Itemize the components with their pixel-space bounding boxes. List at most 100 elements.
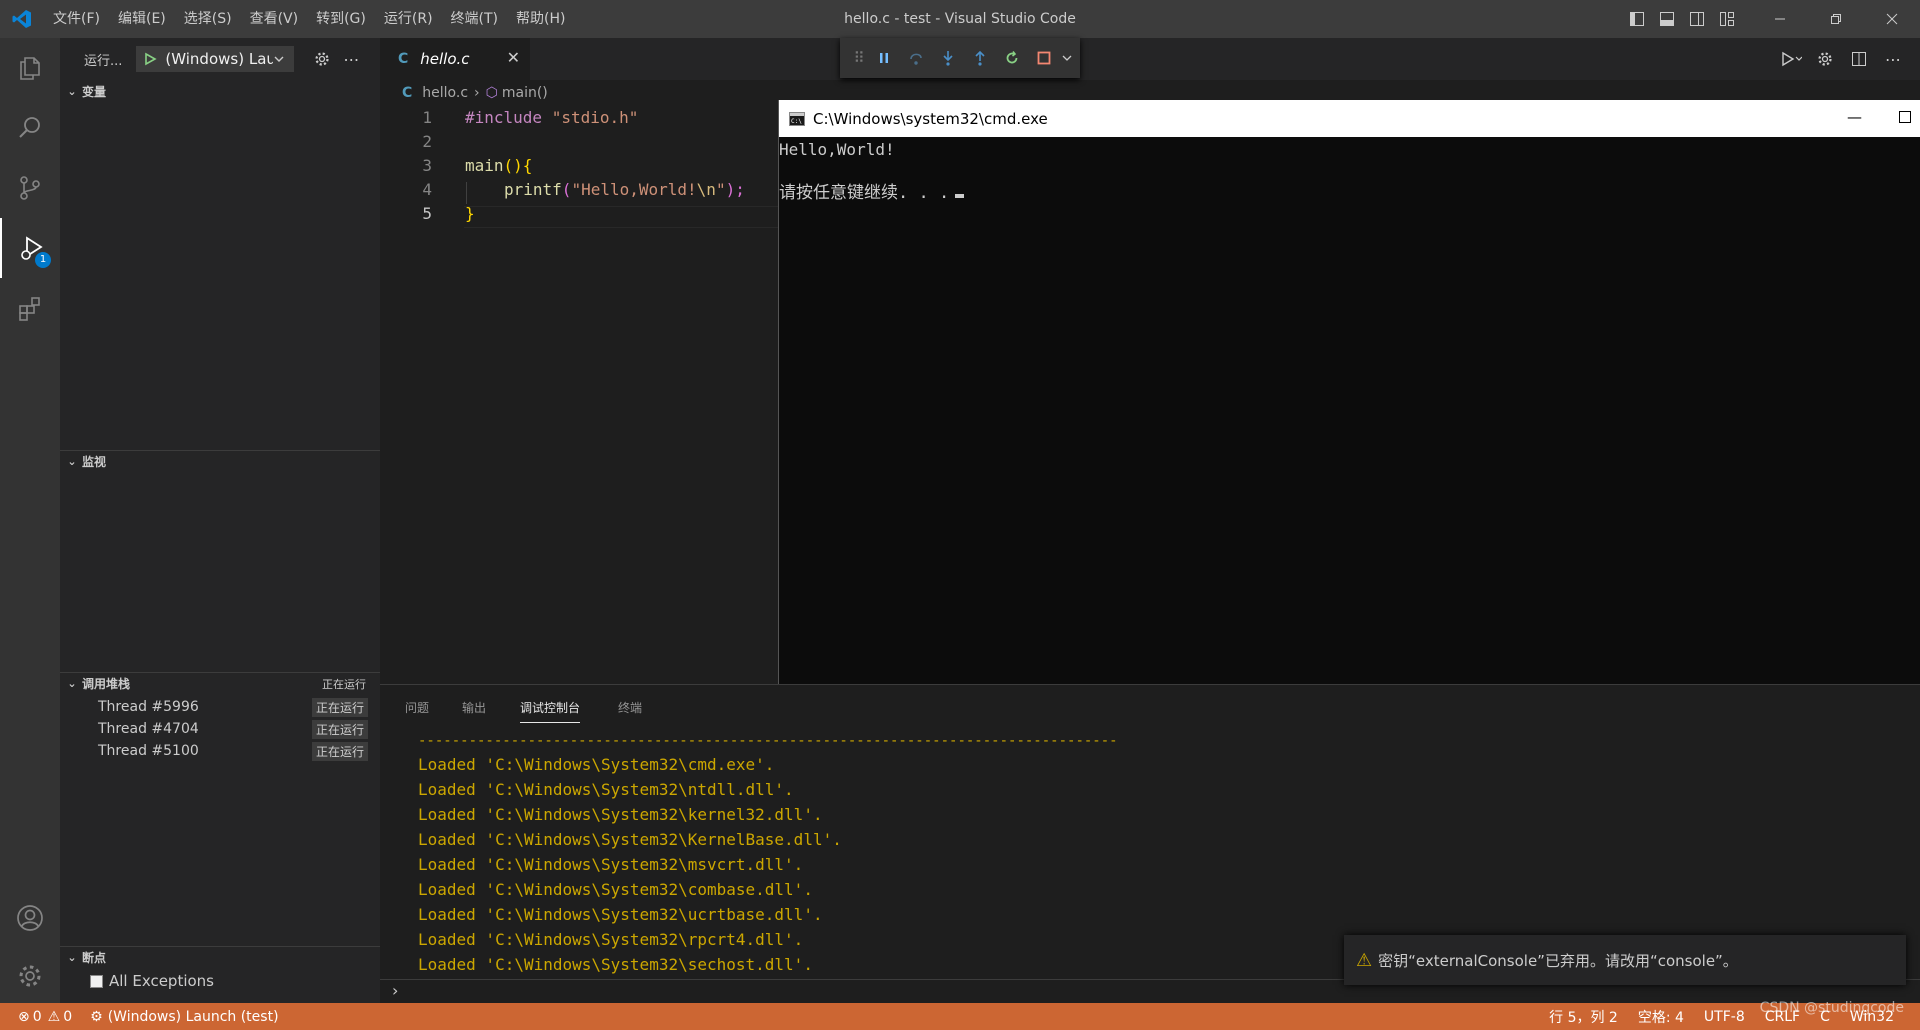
toggle-secondary-sidebar-icon[interactable] [1682,0,1712,38]
function-symbol-icon: ⬡ [485,85,498,101]
start-debugging-icon[interactable] [143,52,158,66]
breakpoints-section-header[interactable]: ⌄ 断点 [60,946,380,968]
console-line: Loaded 'C:\Windows\System32\ucrtbase.dll… [418,905,823,924]
close-paren: ); [725,180,745,199]
close-tab-icon[interactable]: ✕ [507,48,520,67]
activity-bar: 1 [0,38,60,1003]
vscode-logo-icon [0,0,44,38]
thread-row[interactable]: Thread #5100 正在运行 [60,740,380,762]
code-editor[interactable]: 1 2 3 4 5 #include "stdio.h" main(){ pri… [380,106,864,676]
menu-view[interactable]: 查看(V) [241,0,308,38]
chevron-down-icon: ⌄ [67,84,77,98]
editor-tabs: C hello.c ✕ [380,38,1920,80]
thread-name: Thread #5996 [98,699,199,715]
extensions-icon[interactable] [0,278,60,338]
notification-toast[interactable]: ⚠ 密钥“externalConsole”已弃用。请改用“console”。 [1344,935,1906,985]
tab-terminal[interactable]: 终端 [618,699,642,723]
cursor-position[interactable]: 行 5，列 2 [1549,1007,1618,1027]
tab-hello-c[interactable]: C hello.c ✕ [380,38,530,80]
tab-label: hello.c [420,50,470,68]
function-call: printf [504,180,562,199]
debug-target-label: (Windows) Launch (test) [107,1008,279,1025]
run-label: 运行... [84,53,123,69]
string-literal: "Hello,World! [571,180,697,199]
debug-badge: 1 [35,252,51,268]
line-number: 2 [422,132,432,151]
accounts-icon[interactable] [0,888,60,948]
run-debug-file-icon[interactable] [1774,48,1808,70]
manage-gear-icon[interactable] [0,946,60,1006]
search-icon[interactable] [0,98,60,158]
minimize-button[interactable] [1752,0,1808,38]
indentation[interactable]: 空格: 4 [1638,1007,1684,1027]
problems-status[interactable]: ⊗ 0 ⚠ 0 [18,1009,72,1025]
tab-problems[interactable]: 问题 [405,699,429,723]
cmd-window[interactable]: C:\ C:\Windows\system32\cmd.exe — Hello,… [778,100,1920,740]
variables-title: 变量 [82,84,107,99]
close-window-button[interactable] [1864,0,1920,38]
stop-button[interactable] [1028,38,1060,78]
breadcrumb-file[interactable]: hello.c [422,85,468,101]
string-end: " [715,180,726,199]
more-actions-icon[interactable]: ⋯ [1876,48,1910,70]
preprocessor-directive: #include [465,108,543,127]
menu-selection[interactable]: 选择(S) [175,0,241,38]
code-line-4: printf("Hello,World!\n"); [504,180,745,199]
breadcrumb-symbol[interactable]: main() [502,85,548,101]
thread-row[interactable]: Thread #4704 正在运行 [60,718,380,740]
step-out-button[interactable] [964,38,996,78]
menu-help[interactable]: 帮助(H) [507,0,574,38]
stop-options-chevron-icon[interactable] [1060,38,1074,78]
toggle-panel-icon[interactable] [1652,0,1682,38]
debug-target-status[interactable]: ⚙ (Windows) Launch (test) [90,1009,278,1025]
c-file-icon: C [402,85,413,101]
more-actions-icon[interactable]: ⋯ [338,48,364,70]
launch-config-select[interactable]: (Windows) Launch (test) [136,46,295,72]
restore-button[interactable] [1808,0,1864,38]
menu-edit[interactable]: 编辑(E) [109,0,175,38]
step-over-button[interactable] [900,38,932,78]
line-number: 1 [422,108,432,127]
menu-terminal[interactable]: 终端(T) [442,0,507,38]
menu-bar: 文件(F) 编辑(E) 选择(S) 查看(V) 转到(G) 运行(R) 终端(T… [44,0,574,38]
callstack-section-header[interactable]: ⌄ 调用堆栈 正在运行 [60,672,380,694]
step-into-button[interactable] [932,38,964,78]
title-bar: 文件(F) 编辑(E) 选择(S) 查看(V) 转到(G) 运行(R) 终端(T… [0,0,1920,38]
settings-gear-icon[interactable] [1808,48,1842,70]
drag-handle-icon[interactable]: ⠿ [850,38,868,78]
cmd-titlebar: C:\ C:\Windows\system32\cmd.exe — [779,100,1920,137]
menu-go[interactable]: 转到(G) [307,0,375,38]
menu-run[interactable]: 运行(R) [375,0,442,38]
breakpoint-label: All Exceptions [109,972,214,990]
menu-file[interactable]: 文件(F) [44,0,109,38]
function-name: main [465,156,504,175]
cmd-minimize-button[interactable]: — [1847,108,1862,126]
all-exceptions-checkbox[interactable] [90,974,103,988]
explorer-icon[interactable] [0,38,60,98]
thread-name: Thread #5100 [98,743,199,759]
encoding[interactable]: UTF-8 [1704,1009,1745,1025]
toggle-primary-sidebar-icon[interactable] [1622,0,1652,38]
watermark: CSDN @studingcode [1759,1000,1904,1016]
variables-section-header[interactable]: ⌄ 变量 [60,80,380,102]
open-launch-json-gear-icon[interactable] [306,48,338,70]
pause-button[interactable] [868,38,900,78]
run-and-debug-icon[interactable]: 1 [0,218,60,278]
thread-row[interactable]: Thread #5996 正在运行 [60,696,380,718]
debug-icon: ⚙ [90,1008,103,1025]
tab-debug-console[interactable]: 调试控制台 [520,699,581,723]
split-editor-icon[interactable] [1842,48,1876,70]
run-debug-sidebar: 运行... (Windows) Launch (test) ⋯ ⌄ 变量 ⌄ 监… [60,38,380,1003]
customize-layout-icon[interactable] [1712,0,1742,38]
chevron-down-icon [274,56,284,62]
watch-section-header[interactable]: ⌄ 监视 [60,450,380,472]
cmd-title: C:\Windows\system32\cmd.exe [813,109,1048,128]
restart-button[interactable] [996,38,1028,78]
chevron-down-icon: ⌄ [67,951,77,964]
cmd-maximize-button[interactable] [1899,111,1911,123]
cmd-cursor [955,194,965,198]
source-control-icon[interactable] [0,158,60,218]
breadcrumb-separator-icon: › [474,85,480,101]
line-number: 5 [422,204,432,223]
tab-output[interactable]: 输出 [462,699,486,723]
